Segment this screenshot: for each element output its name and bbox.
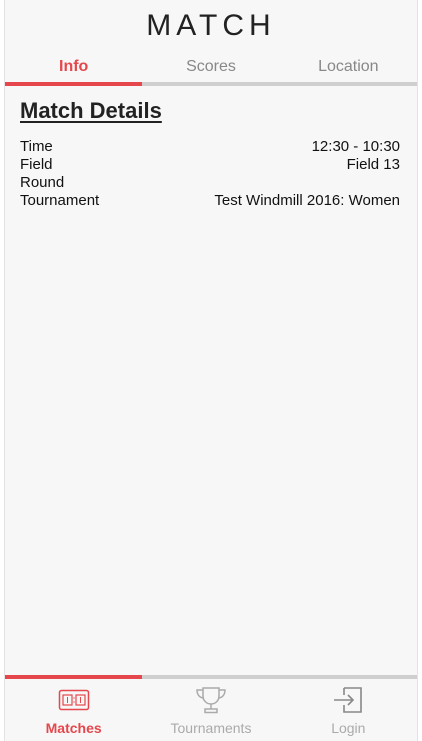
detail-value: Field 13 [346,156,400,173]
nav-item-login[interactable]: Login [280,679,417,741]
bottom-nav: Matches Tournaments Login [5,675,417,741]
detail-label: Field [20,156,53,173]
nav-item-tournaments[interactable]: Tournaments [142,679,279,741]
section-heading: Match Details [20,98,162,123]
nav-item-matches[interactable]: Matches [5,679,142,741]
scoreboard-icon [58,685,90,715]
detail-value: 12:30 - 10:30 [311,138,400,155]
tab-location[interactable]: Location [279,52,417,86]
app-frame: MATCH Info Scores Location Match Details… [4,0,418,741]
detail-row-tournament: Tournament Test Windmill 2016: Women [20,192,400,210]
detail-label: Round [20,174,65,191]
tab-scores[interactable]: Scores [142,52,280,86]
detail-row-round: Round [20,174,400,192]
trophy-icon [194,685,228,715]
nav-label-login: Login [331,720,366,736]
login-icon [332,685,364,715]
tab-info[interactable]: Info [5,52,143,86]
nav-label-tournaments: Tournaments [170,720,252,736]
match-details: Match Details Time 12:30 - 10:30 Field F… [20,98,400,210]
detail-label: Time [20,138,53,155]
detail-value: Test Windmill 2016: Women [214,192,400,209]
tab-bar: Info Scores Location [5,52,417,86]
detail-label: Tournament [20,192,100,209]
nav-label-matches: Matches [45,720,102,736]
page-title: MATCH [146,9,276,42]
detail-row-time: Time 12:30 - 10:30 [20,138,400,156]
detail-row-field: Field Field 13 [20,156,400,174]
header: MATCH [5,0,417,52]
